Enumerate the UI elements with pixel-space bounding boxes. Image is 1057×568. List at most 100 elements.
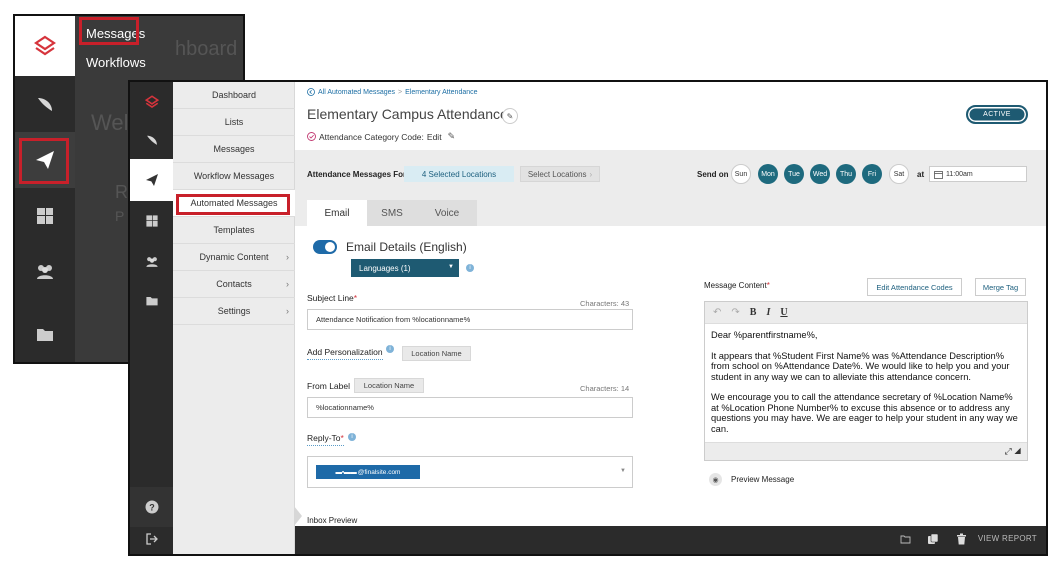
bold-button[interactable]: B	[750, 307, 757, 318]
italic-button[interactable]: I	[766, 307, 770, 318]
ghost-text: R	[115, 182, 128, 202]
trash-icon[interactable]	[954, 532, 968, 546]
personalization-location-name-chip[interactable]: Location Name	[402, 346, 471, 361]
day-thu[interactable]: Thu	[836, 164, 856, 184]
send-time-input[interactable]: 11:00am	[929, 166, 1027, 182]
email-details-toggle[interactable]	[313, 240, 337, 254]
day-tue[interactable]: Tue	[784, 164, 804, 184]
back-folder-icon[interactable]	[15, 306, 75, 362]
sidebar-item-label: Workflow Messages	[193, 171, 275, 181]
breadcrumb-current[interactable]: Elementary Attendance	[405, 89, 477, 96]
back-dashboard-grid-icon[interactable]	[15, 188, 75, 244]
back-people-icon[interactable]	[15, 244, 75, 300]
sidebar-item-dynamic-content[interactable]: Dynamic Content ›	[173, 244, 295, 271]
day-wed[interactable]: Wed	[810, 164, 830, 184]
attendance-for-label: Attendance Messages For	[307, 170, 407, 179]
send-on-label: Send on	[697, 170, 729, 179]
sidebar-item-label: Dashboard	[211, 90, 257, 100]
undo-icon[interactable]: ↶	[713, 307, 721, 318]
feather-icon[interactable]	[130, 120, 173, 160]
reply-to-select[interactable]: ▬ ▪ ▬ ▬ @finalsite.com ▼	[307, 456, 633, 488]
flyout-workflows[interactable]: Workflows	[86, 55, 146, 70]
people-icon[interactable]	[130, 242, 173, 282]
info-icon[interactable]: i	[386, 345, 394, 353]
day-fri[interactable]: Fri	[862, 164, 882, 184]
sidebar-item-dashboard[interactable]: Dashboard	[173, 82, 295, 109]
back-paper-plane-icon[interactable]	[15, 132, 75, 188]
add-personalization-label: Add Personalization	[307, 347, 383, 360]
sidebar-item-lists[interactable]: Lists	[173, 109, 295, 136]
edit-pencil-icon[interactable]: ✎	[448, 131, 456, 142]
copy-icon[interactable]	[926, 532, 940, 546]
category-code: Attendance Category Code: Edit ✎	[307, 131, 455, 142]
merge-tag-button[interactable]: Merge Tag	[975, 278, 1026, 296]
inbox-preview-label: Inbox Preview	[307, 516, 358, 525]
message-editor[interactable]: ↶ ↷ B I U Dear %parentfirstname%, It app…	[704, 301, 1028, 461]
category-code-label: Attendance Category Code:	[319, 131, 424, 142]
icon-rail: ?	[130, 82, 173, 554]
sidebar-item-label: Contacts	[216, 279, 252, 289]
back-circle-icon[interactable]	[307, 88, 315, 96]
sidebar-item-templates[interactable]: Templates	[173, 217, 295, 244]
underline-button[interactable]: U	[780, 307, 787, 318]
sidebar-item-messages[interactable]: Messages	[173, 136, 295, 163]
tab-voice[interactable]: Voice	[417, 200, 477, 226]
languages-select[interactable]: Languages (1) ▼	[351, 259, 459, 277]
subject-char-count: Characters: 43	[580, 299, 630, 308]
email-details-label: Email Details (English)	[346, 240, 467, 254]
sidebar-item-workflow-messages[interactable]: Workflow Messages	[173, 163, 295, 190]
sidebar-nav: Dashboard Lists Messages Workflow Messag…	[173, 82, 295, 554]
info-icon[interactable]: i	[348, 433, 356, 441]
sidebar-item-contacts[interactable]: Contacts ›	[173, 271, 295, 298]
breadcrumb-back-link[interactable]: All Automated Messages	[318, 89, 395, 96]
sidebar-item-automated-messages[interactable]: Automated Messages	[173, 190, 295, 217]
status-active-toggle[interactable]: ACTIVE	[966, 105, 1028, 124]
bottom-toolbar: VIEW REPORT	[295, 526, 1046, 554]
reply-to-label: Reply-To*	[307, 433, 344, 446]
edit-title-pencil-icon[interactable]: ✎	[502, 108, 518, 124]
dashboard-grid-icon[interactable]	[130, 201, 173, 241]
reply-to-text: Reply-To*	[307, 433, 344, 446]
select-locations-button[interactable]: Select Locations ›	[520, 166, 600, 182]
back-feather-icon[interactable]	[15, 76, 75, 132]
category-edit-link[interactable]: Edit	[427, 132, 442, 142]
info-icon[interactable]: i	[466, 264, 474, 272]
tab-email[interactable]: Email	[307, 200, 367, 226]
from-location-name-chip[interactable]: Location Name	[354, 378, 424, 393]
languages-value: Languages (1)	[359, 263, 411, 273]
help-icon[interactable]: ?	[130, 487, 173, 527]
paper-plane-icon[interactable]	[130, 159, 173, 201]
logout-icon[interactable]	[130, 522, 173, 554]
sidebar-item-settings[interactable]: Settings ›	[173, 298, 295, 325]
from-label-input[interactable]: %locationname%	[307, 397, 633, 418]
caret-down-icon: ▼	[448, 264, 454, 270]
subject-line-label: Subject Line*	[307, 293, 357, 303]
message-content-text: Message Content	[704, 281, 767, 290]
reply-to-email-tag[interactable]: ▬ ▪ ▬ ▬ @finalsite.com	[316, 465, 420, 479]
subject-line-input[interactable]: Attendance Notification from %locationna…	[307, 309, 633, 330]
required-marker: *	[340, 433, 344, 443]
tab-sms[interactable]: SMS	[367, 200, 417, 226]
resize-icon[interactable]: ⤢ ◢	[1004, 446, 1021, 457]
edit-attendance-codes-button[interactable]: Edit Attendance Codes	[867, 278, 962, 296]
selected-locations[interactable]: 4 Selected Locations	[404, 166, 514, 182]
flyout-messages[interactable]: Messages	[86, 26, 145, 41]
required-marker: *	[353, 293, 358, 303]
logo-icon[interactable]	[130, 82, 173, 122]
folder-outline-icon[interactable]	[898, 532, 912, 546]
check-circle-icon	[307, 132, 316, 141]
chevron-right-icon: ›	[589, 169, 593, 179]
back-logo-icon[interactable]	[15, 16, 75, 76]
editor-body[interactable]: Dear %parentfirstname%, It appears that …	[705, 324, 1027, 442]
day-mon[interactable]: Mon	[758, 164, 778, 184]
preview-message-link[interactable]: ◉ Preview Message	[709, 473, 794, 486]
view-report-button[interactable]: VIEW REPORT	[978, 534, 1037, 543]
editor-footer: ⤢ ◢	[705, 442, 1027, 460]
eye-icon: ◉	[709, 473, 722, 486]
day-sat[interactable]: Sat	[889, 164, 909, 184]
folder-icon[interactable]	[130, 280, 173, 320]
day-sun[interactable]: Sun	[731, 164, 751, 184]
reply-to-email-value: @finalsite.com	[357, 468, 401, 476]
message-paragraph: We encourage you to call the attendance …	[711, 392, 1018, 434]
redo-icon[interactable]: ↷	[731, 307, 739, 318]
